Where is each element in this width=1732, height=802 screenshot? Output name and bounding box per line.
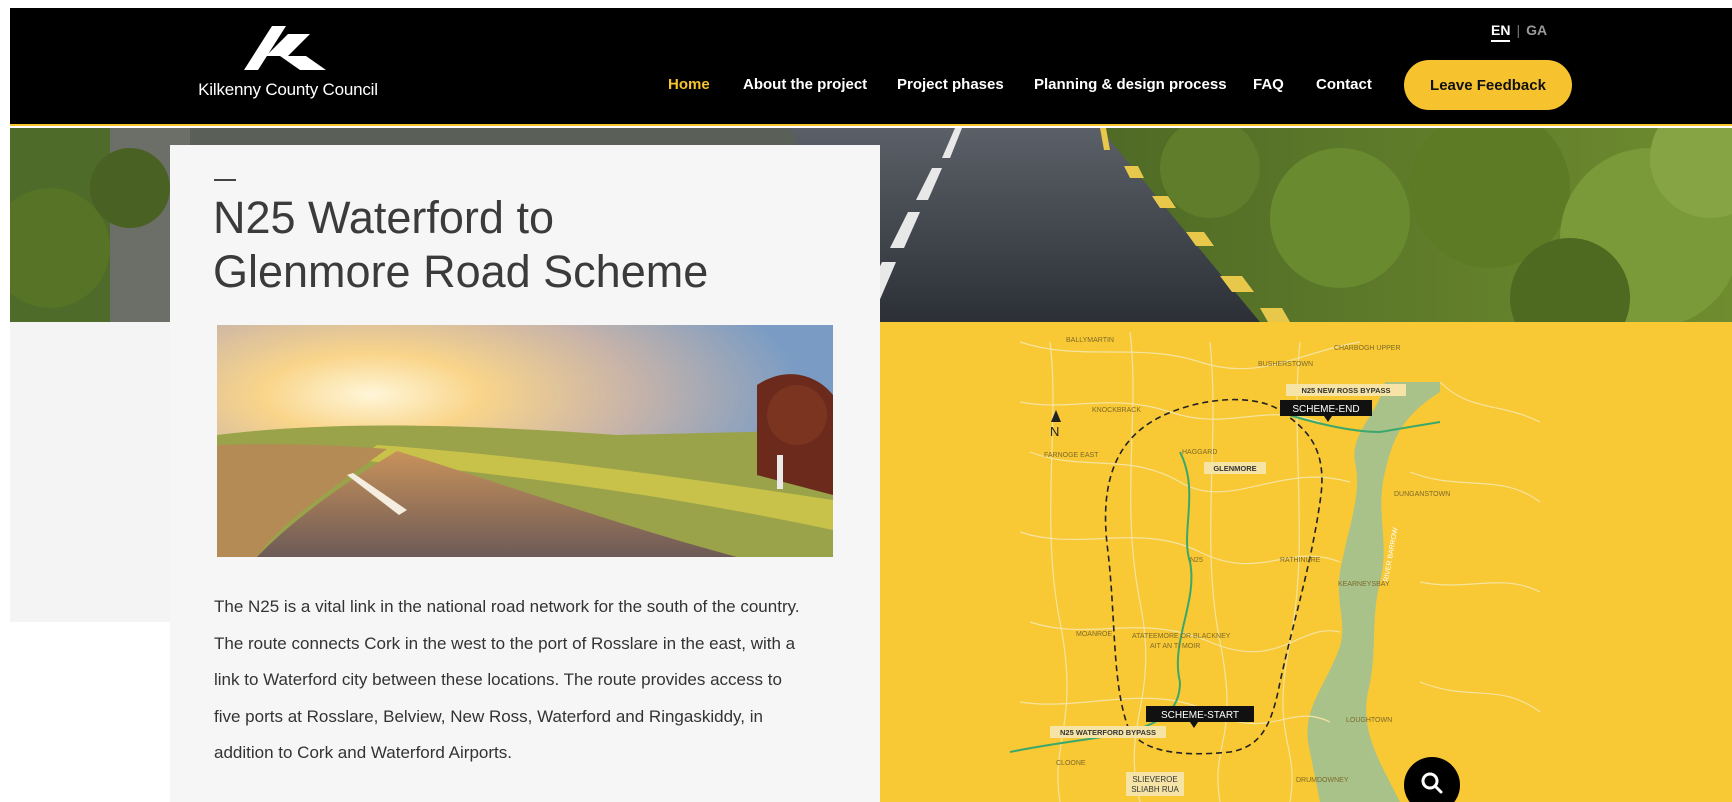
lang-en[interactable]: EN <box>1491 22 1511 42</box>
callout-sliabh-rua: SLIABH RUA <box>1131 785 1179 794</box>
place-loughtown: LOUGHTOWN <box>1346 717 1392 724</box>
callout-glenmore: GLENMORE <box>1213 464 1256 473</box>
intro-line-4: five ports at Rosslare, Belview, New Ros… <box>214 706 763 726</box>
callout-scheme-end[interactable]: SCHEME-END <box>1292 404 1359 415</box>
place-atateemore: ATATEEMORE OR BLACKNEY <box>1132 633 1231 640</box>
nav-project-phases[interactable]: Project phases <box>897 76 1004 93</box>
place-charbogh-upper: CHARBOGH UPPER <box>1334 345 1401 352</box>
callout-slieveroe: SLIEVEROE <box>1132 775 1177 784</box>
lang-ga[interactable]: GA <box>1526 22 1547 38</box>
place-moanroe: MOANROE <box>1076 631 1113 638</box>
logo[interactable]: Kilkenny County Council <box>188 26 388 106</box>
lang-separator: | <box>1516 22 1521 38</box>
nav-planning-design[interactable]: Planning & design process <box>1034 76 1227 93</box>
page-frame: Kilkenny County Council EN | GA Home About… <box>10 8 1732 802</box>
place-knockbrack: KNOCKBRACK <box>1092 407 1141 414</box>
nav-faq[interactable]: FAQ <box>1253 76 1284 93</box>
intro-line-2: The route connects Cork in the west to t… <box>214 633 796 653</box>
place-ait-an-ti-moir: AIT AN TI MOIR <box>1150 643 1200 650</box>
place-haggard: HAGGARD <box>1182 449 1217 456</box>
place-cloone: CLOONE <box>1056 760 1086 767</box>
north-label: N <box>1050 424 1059 439</box>
callout-scheme-start[interactable]: SCHEME-START <box>1161 710 1239 721</box>
page-title-line1: N25 Waterford to <box>213 192 554 243</box>
title-dash <box>214 179 236 181</box>
river-label: RIVER BARROW <box>1383 527 1399 583</box>
kcc-logo-icon <box>244 26 326 70</box>
intro-paragraph: The N25 is a vital link in the national … <box>214 589 854 772</box>
page-title-line2: Glenmore Road Scheme <box>213 246 709 297</box>
logo-text: Kilkenny County Council <box>198 80 378 99</box>
leave-feedback-button[interactable]: Leave Feedback <box>1404 60 1572 110</box>
nav-about[interactable]: About the project <box>743 76 867 93</box>
site-header: Kilkenny County Council EN | GA Home About… <box>10 8 1732 126</box>
nav-home[interactable]: Home <box>668 76 710 93</box>
road-label-n25: N25 <box>1190 557 1203 564</box>
scheme-map[interactable]: N BALLYMARTIN BUSHERSTOWN CHARBOGH UPPER… <box>880 322 1732 802</box>
place-ballymartin: BALLYMARTIN <box>1066 337 1114 344</box>
intro-line-1: The N25 is a vital link in the national … <box>214 597 800 616</box>
search-icon <box>1421 772 1443 794</box>
place-farnoge-east: FARNOGE EAST <box>1044 452 1099 459</box>
language-switcher: EN | GA <box>1491 22 1547 42</box>
intro-line-3: link to Waterford city between these loc… <box>214 670 782 689</box>
sunset-road-photo <box>217 325 833 557</box>
place-rathinure: RATHINURE <box>1280 557 1321 564</box>
place-drumdowney: DRUMDOWNEY <box>1296 777 1349 784</box>
nav-contact[interactable]: Contact <box>1316 76 1372 93</box>
place-kearneysbay: KEARNEYSBAY <box>1338 581 1390 588</box>
callout-waterford-bypass: N25 WATERFORD BYPASS <box>1060 728 1156 737</box>
page-title: N25 Waterford to Glenmore Road Scheme <box>213 191 833 299</box>
place-busherstown: BUSHERSTOWN <box>1258 361 1313 368</box>
intro-line-5: addition to Cork and Waterford Airports. <box>214 743 512 762</box>
place-dunganstown: DUNGANSTOWN <box>1394 491 1450 498</box>
callout-new-ross-bypass: N25 NEW ROSS BYPASS <box>1301 386 1390 395</box>
intro-card: N25 Waterford to Glenmore Road Scheme Th… <box>170 145 880 802</box>
